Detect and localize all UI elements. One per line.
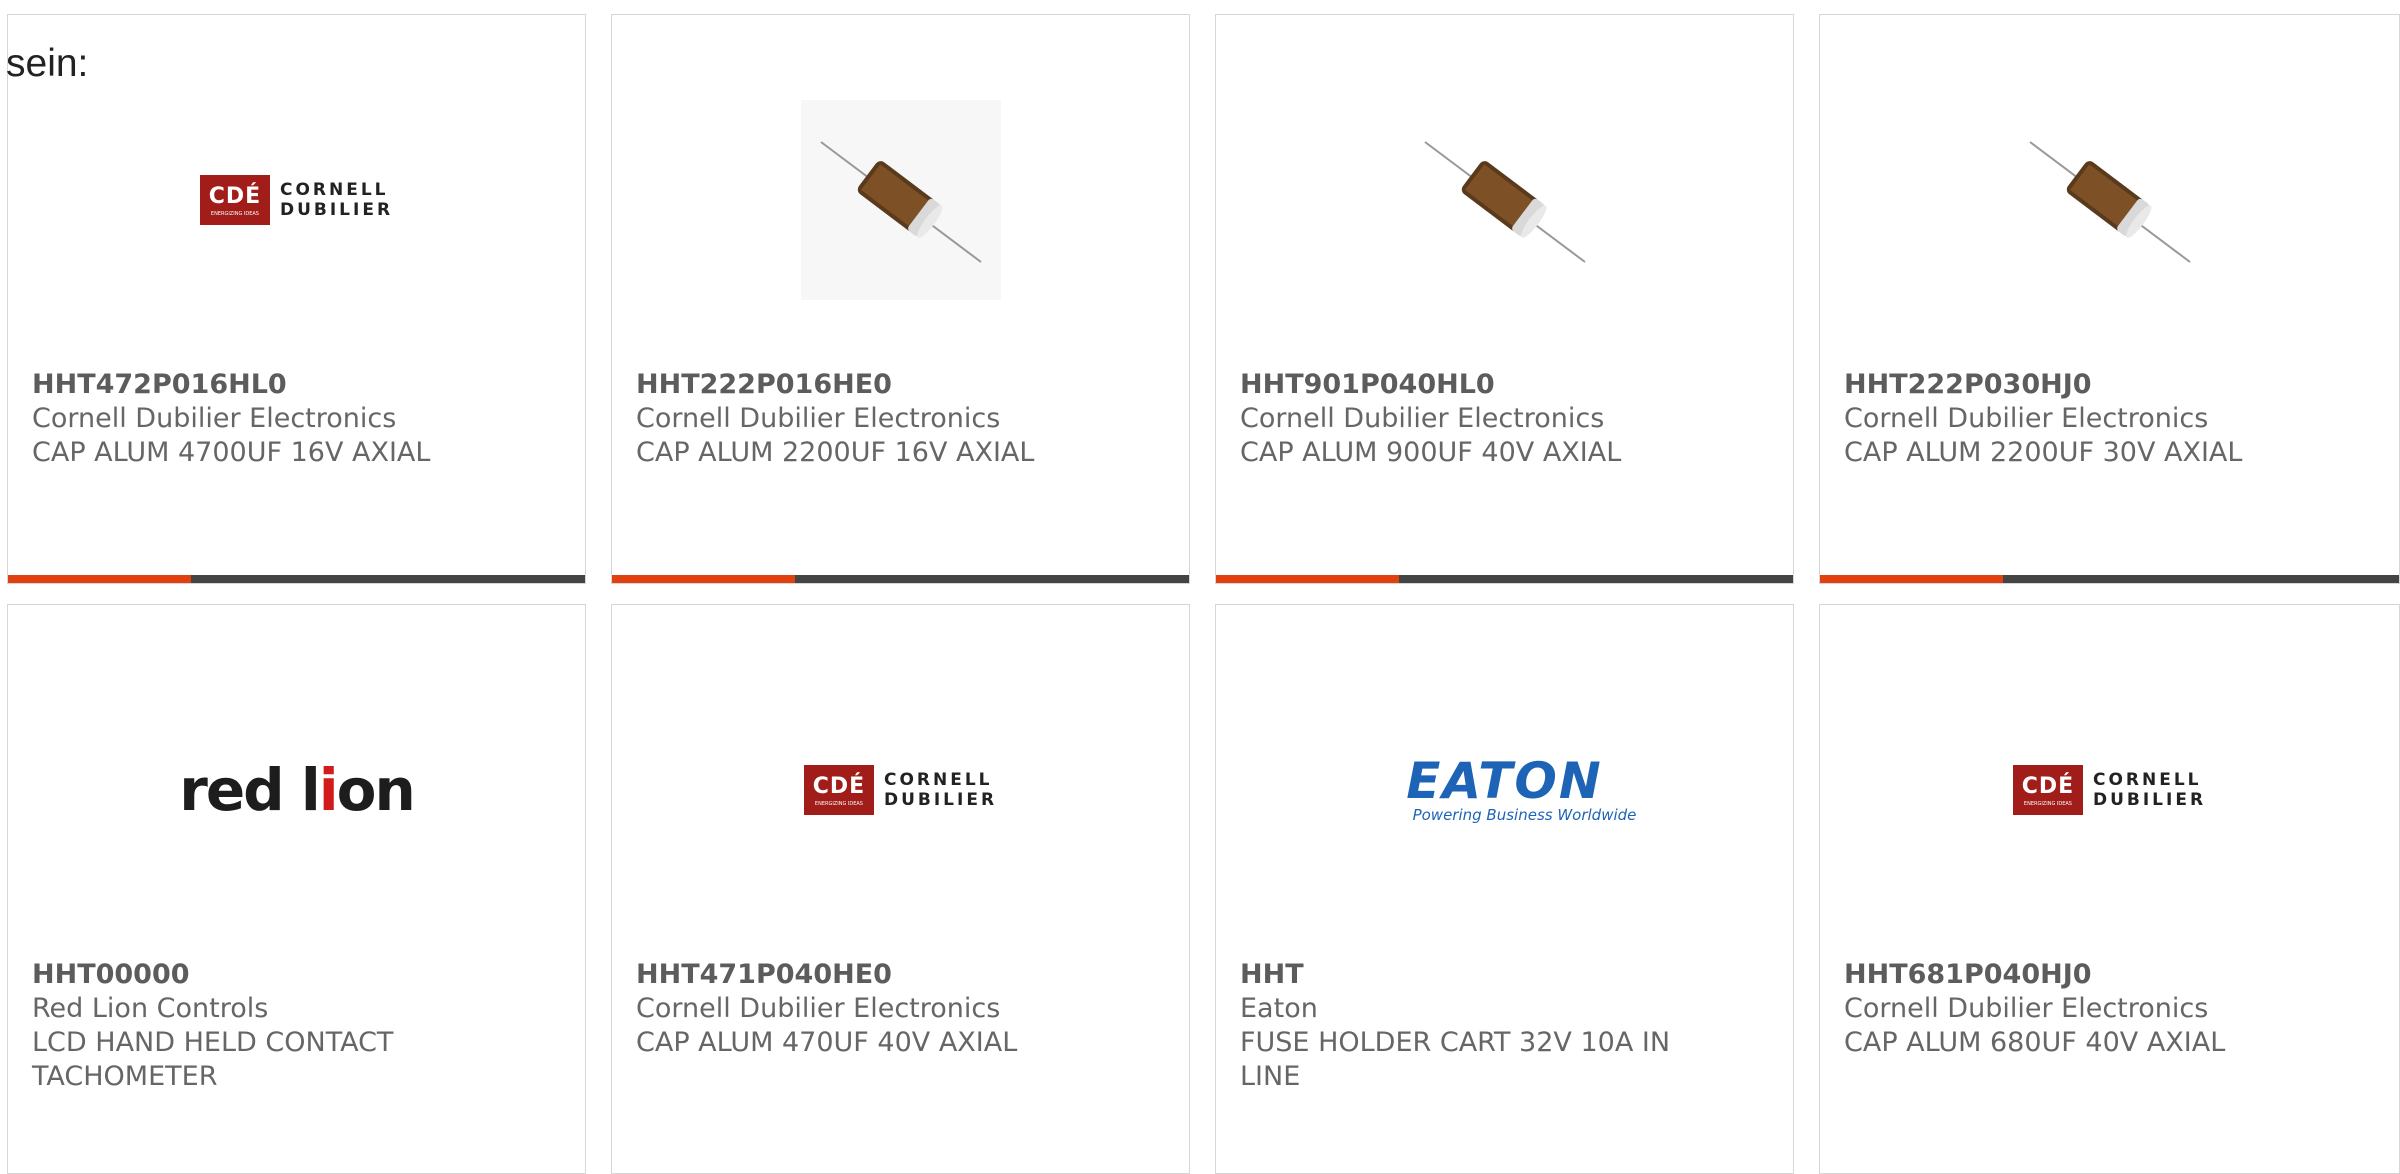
part-number[interactable]: HHT471P040HE0 — [636, 958, 1165, 992]
description: CAP ALUM 2200UF 16V AXIAL — [636, 437, 1035, 468]
cornell-dubilier-logo: CDÉ ENERGIZING IDEAS CORNELL DUBILIER — [1820, 665, 2399, 915]
card-footer-bar — [8, 575, 585, 583]
card-footer-bar — [1216, 575, 1793, 583]
manufacturer: Red Lion Controls — [32, 993, 269, 1024]
part-number[interactable]: HHT472P016HL0 — [32, 368, 561, 402]
manufacturer: Cornell Dubilier Electronics — [636, 403, 1001, 434]
cornell-dubilier-logo: CDÉ ENERGIZING IDEAS CORNELL DUBILIER — [612, 665, 1189, 915]
axial-capacitor-photo — [612, 75, 1189, 325]
part-number[interactable]: HHT00000 — [32, 958, 561, 992]
description: FUSE HOLDER CART 32V 10A IN — [1240, 1027, 1671, 1058]
description: CAP ALUM 2200UF 30V AXIAL — [1844, 437, 2243, 468]
part-number[interactable]: HHT — [1240, 958, 1769, 992]
card-footer-bar — [1820, 575, 2399, 583]
part-number[interactable]: HHT681P040HJ0 — [1844, 958, 2375, 992]
card-footer-bar — [612, 575, 1189, 583]
description: CAP ALUM 680UF 40V AXIAL — [1844, 1027, 2226, 1058]
axial-capacitor-photo — [1216, 75, 1793, 325]
product-card-4[interactable]: HHT222P030HJ0 Cornell Dubilier Electroni… — [1819, 14, 2400, 584]
cornell-dubilier-logo: CDÉ ENERGIZING IDEAS CORNELL DUBILIER — [8, 75, 585, 325]
manufacturer: Cornell Dubilier Electronics — [636, 993, 1001, 1024]
manufacturer: Cornell Dubilier Electronics — [32, 403, 397, 434]
product-card-2[interactable]: HHT222P016HE0 Cornell Dubilier Electroni… — [611, 14, 1190, 584]
intro-text: sein: — [6, 42, 89, 85]
product-card-6[interactable]: CDÉ ENERGIZING IDEAS CORNELL DUBILIER HHT4… — [611, 604, 1190, 1174]
part-number[interactable]: HHT222P016HE0 — [636, 368, 1165, 402]
description-cont: LINE — [1240, 1061, 1301, 1092]
part-number[interactable]: HHT901P040HL0 — [1240, 368, 1769, 402]
axial-capacitor-photo — [1820, 75, 2399, 325]
description: CAP ALUM 4700UF 16V AXIAL — [32, 437, 431, 468]
product-card-1[interactable]: CDÉ ENERGIZING IDEAS CORNELL DUBILIER HHT4… — [7, 14, 586, 584]
product-card-8[interactable]: CDÉ ENERGIZING IDEAS CORNELL DUBILIER HHT6… — [1819, 604, 2400, 1174]
product-card-5[interactable]: red lion HHT00000 Red Lion Controls LCD … — [7, 604, 586, 1174]
description-cont: TACHOMETER — [32, 1061, 218, 1092]
manufacturer: Cornell Dubilier Electronics — [1844, 403, 2209, 434]
part-number[interactable]: HHT222P030HJ0 — [1844, 368, 2375, 402]
manufacturer: Cornell Dubilier Electronics — [1240, 403, 1605, 434]
description: CAP ALUM 900UF 40V AXIAL — [1240, 437, 1622, 468]
red-lion-logo: red lion — [179, 756, 416, 824]
product-card-7[interactable]: EATON Powering Business Worldwide HHT Ea… — [1215, 604, 1794, 1174]
product-card-3[interactable]: HHT901P040HL0 Cornell Dubilier Electroni… — [1215, 14, 1794, 584]
description: LCD HAND HELD CONTACT — [32, 1027, 394, 1058]
manufacturer: Eaton — [1240, 993, 1318, 1024]
eaton-logo: EATON Powering Business Worldwide — [1406, 752, 1637, 824]
manufacturer: Cornell Dubilier Electronics — [1844, 993, 2209, 1024]
description: CAP ALUM 470UF 40V AXIAL — [636, 1027, 1018, 1058]
